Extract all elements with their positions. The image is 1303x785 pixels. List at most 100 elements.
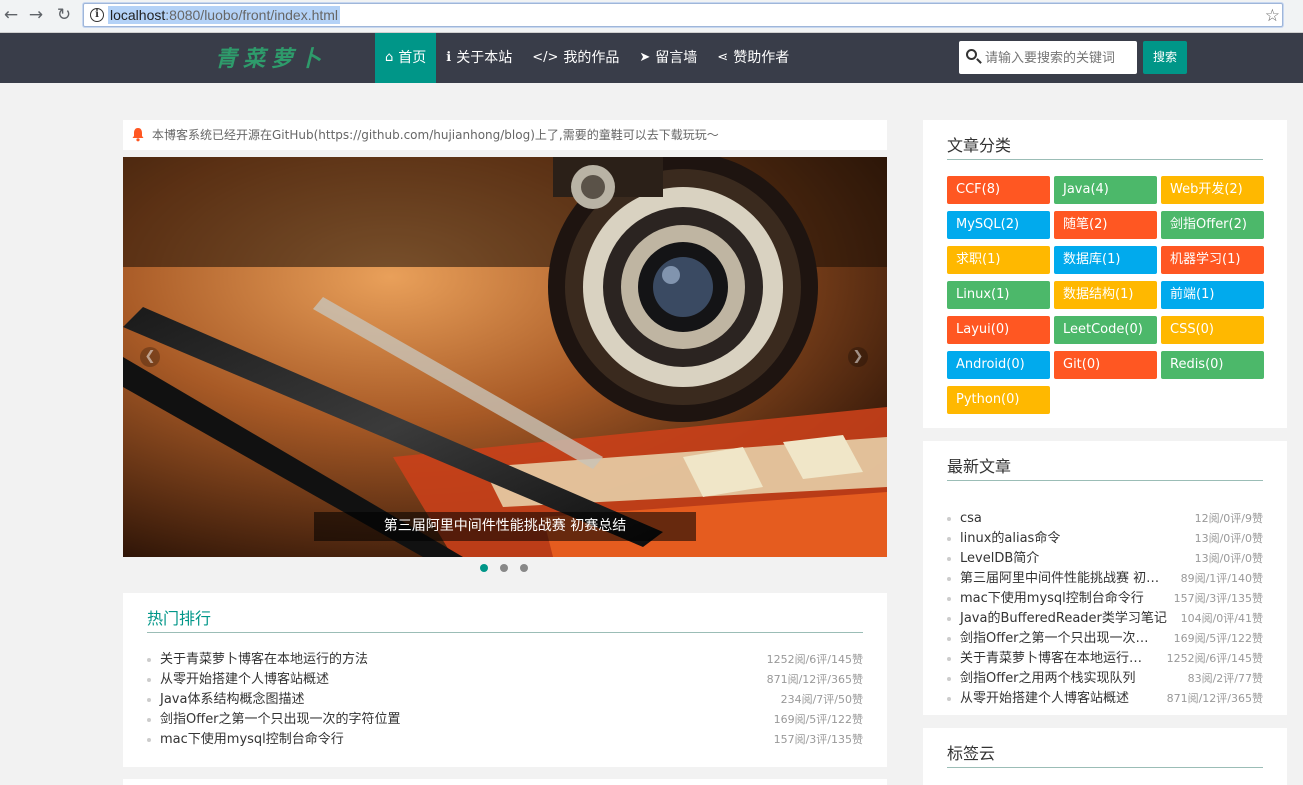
category-tag[interactable]: Android(0) bbox=[947, 351, 1050, 379]
category-tag[interactable]: CSS(0) bbox=[1161, 316, 1264, 344]
article-title-link[interactable]: mac下使用mysql控制台命令行 bbox=[947, 589, 1144, 609]
reload-icon[interactable]: ↻ bbox=[53, 4, 75, 26]
bell-icon bbox=[132, 128, 144, 142]
list-item[interactable]: 剑指Offer之第一个只出现一次的字符位置 169阅/5评/122赞 bbox=[147, 710, 863, 730]
category-tag[interactable]: 数据结构(1) bbox=[1054, 281, 1157, 309]
category-tag[interactable]: 剑指Offer(2) bbox=[1161, 211, 1264, 239]
category-tag[interactable]: LeetCode(0) bbox=[1054, 316, 1157, 344]
article-title-link[interactable]: 从零开始搭建个人博客站概述 bbox=[947, 689, 1129, 709]
category-tag[interactable]: Layui(0) bbox=[947, 316, 1050, 344]
list-item[interactable]: 从零开始搭建个人博客站概述 871阅/12评/365赞 bbox=[947, 689, 1263, 709]
article-title-link[interactable]: 从零开始搭建个人博客站概述 bbox=[147, 670, 329, 690]
hot-ranking-card: 热门排行 关于青菜萝卜博客在本地运行的方法 1252阅/6评/145赞 从零开始搭建… bbox=[123, 593, 887, 767]
list-item[interactable]: csa 12阅/0评/9赞 bbox=[947, 509, 1263, 529]
list-item[interactable]: mac下使用mysql控制台命令行 157阅/3评/135赞 bbox=[947, 589, 1263, 609]
nav-item-1[interactable]: ℹ 关于本站 bbox=[436, 33, 522, 83]
list-item[interactable]: Java体系结构概念图描述 234阅/7评/50赞 bbox=[147, 690, 863, 710]
article-title-link[interactable]: 关于青菜萝卜博客在本地运行的方法 bbox=[147, 650, 368, 670]
site-logo[interactable]: 青菜萝卜 bbox=[215, 41, 327, 73]
category-tag[interactable]: Git(0) bbox=[1054, 351, 1157, 379]
nav-item-label: 首页 bbox=[398, 50, 427, 66]
article-stats: 13阅/0评/0赞 bbox=[1194, 532, 1263, 545]
article-stats: 1252阅/6评/145赞 bbox=[766, 653, 863, 666]
carousel-prev-icon[interactable]: ❮ bbox=[140, 347, 160, 367]
url-text[interactable]: localhost:8080/luobo/front/index.html bbox=[108, 6, 341, 24]
article-title-link[interactable]: mac下使用mysql控制台命令行 bbox=[147, 730, 344, 750]
carousel-dot[interactable] bbox=[500, 564, 508, 572]
url-host: localhost bbox=[110, 7, 166, 23]
category-tag[interactable]: Java(4) bbox=[1054, 176, 1157, 204]
nav-item-label: 我的作品 bbox=[563, 50, 620, 66]
paper-plane-icon: ➤ bbox=[639, 50, 651, 65]
search-icon bbox=[966, 49, 977, 60]
article-title-link[interactable]: LevelDB简介 bbox=[947, 549, 1039, 569]
latest-articles-title: 最新文章 bbox=[947, 453, 1263, 481]
list-item[interactable]: linux的alias命令 13阅/0评/0赞 bbox=[947, 529, 1263, 549]
category-tag[interactable]: MySQL(2) bbox=[947, 211, 1050, 239]
article-stats: 871阅/12评/365赞 bbox=[766, 673, 863, 686]
forward-arrow-icon[interactable]: → bbox=[25, 4, 47, 26]
article-title-link[interactable]: linux的alias命令 bbox=[947, 529, 1060, 549]
category-tag[interactable]: 前端(1) bbox=[1161, 281, 1264, 309]
article-stats: 169阅/5评/122赞 bbox=[1173, 632, 1263, 645]
share-icon: ⋖ bbox=[717, 50, 729, 65]
info-icon[interactable]: i bbox=[90, 8, 104, 22]
category-tag[interactable]: 求职(1) bbox=[947, 246, 1050, 274]
nav-item-3[interactable]: ➤ 留言墙 bbox=[629, 33, 707, 83]
article-stats: 12阅/0评/9赞 bbox=[1194, 512, 1263, 525]
site-header: 青菜萝卜 ⌂ 首页 ℹ 关于本站 </> 我的作品 ➤ 留言墙 ⋖ 赞助作者 搜索 bbox=[0, 33, 1303, 83]
category-tag[interactable]: 数据库(1) bbox=[1054, 246, 1157, 274]
category-tag[interactable]: Web开发(2) bbox=[1161, 176, 1264, 204]
carousel-dot[interactable] bbox=[520, 564, 528, 572]
carousel-next-icon[interactable]: ❯ bbox=[848, 347, 868, 367]
nav-item-label: 赞助作者 bbox=[733, 50, 790, 66]
list-item[interactable]: Java的BufferedReader类学习笔记 104阅/0评/41赞 bbox=[947, 609, 1263, 629]
category-tag[interactable]: 随笔(2) bbox=[1054, 211, 1157, 239]
article-title-link[interactable]: 剑指Offer之第一个只出现一次… bbox=[947, 629, 1149, 649]
list-item[interactable]: 关于青菜萝卜博客在本地运行… 1252阅/6评/145赞 bbox=[947, 649, 1263, 669]
category-tag[interactable]: Python(0) bbox=[947, 386, 1050, 414]
carousel-caption[interactable]: 第三届阿里中间件性能挑战赛 初赛总结 bbox=[314, 512, 696, 541]
article-title-link[interactable]: 剑指Offer之用两个栈实现队列 bbox=[947, 669, 1136, 689]
article-title-link[interactable]: Java体系结构概念图描述 bbox=[147, 690, 304, 710]
bookmark-star-icon[interactable]: ☆ bbox=[1265, 6, 1280, 26]
category-tag[interactable]: Linux(1) bbox=[947, 281, 1050, 309]
list-item[interactable]: 剑指Offer之第一个只出现一次… 169阅/5评/122赞 bbox=[947, 629, 1263, 649]
article-stats: 89阅/1评/140赞 bbox=[1180, 572, 1263, 585]
categories-title: 文章分类 bbox=[947, 132, 1263, 160]
list-item[interactable]: 关于青菜萝卜博客在本地运行的方法 1252阅/6评/145赞 bbox=[147, 650, 863, 670]
next-section-card bbox=[123, 779, 887, 785]
article-title-link[interactable]: 剑指Offer之第一个只出现一次的字符位置 bbox=[147, 710, 401, 730]
list-item[interactable]: mac下使用mysql控制台命令行 157阅/3评/135赞 bbox=[147, 730, 863, 750]
nav-item-2[interactable]: </> 我的作品 bbox=[522, 33, 629, 83]
tag-cloud-title: 标签云 bbox=[947, 740, 1263, 768]
category-tag[interactable]: CCF(8) bbox=[947, 176, 1050, 204]
category-tag[interactable]: 机器学习(1) bbox=[1161, 246, 1264, 274]
back-arrow-icon[interactable]: ← bbox=[0, 4, 22, 26]
article-title-link[interactable]: csa bbox=[947, 509, 982, 529]
article-title-link[interactable]: 关于青菜萝卜博客在本地运行… bbox=[947, 649, 1142, 669]
latest-articles-list: csa 12阅/0评/9赞 linux的alias命令 13阅/0评/0赞 LevelD… bbox=[947, 509, 1263, 709]
image-carousel[interactable]: ❮ ❯ 第三届阿里中间件性能挑战赛 初赛总结 bbox=[123, 157, 887, 557]
nav-item-4[interactable]: ⋖ 赞助作者 bbox=[707, 33, 799, 83]
carousel-photo bbox=[123, 157, 887, 557]
search-box[interactable] bbox=[959, 41, 1137, 74]
category-tag[interactable]: Redis(0) bbox=[1161, 351, 1264, 379]
address-bar[interactable]: i localhost:8080/luobo/front/index.html … bbox=[83, 3, 1283, 27]
list-item[interactable]: 从零开始搭建个人博客站概述 871阅/12评/365赞 bbox=[147, 670, 863, 690]
nav-item-label: 关于本站 bbox=[456, 50, 513, 66]
list-item[interactable]: 剑指Offer之用两个栈实现队列 83阅/2评/77赞 bbox=[947, 669, 1263, 689]
nav-item-0[interactable]: ⌂ 首页 bbox=[375, 33, 437, 83]
article-title-link[interactable]: Java的BufferedReader类学习笔记 bbox=[947, 609, 1167, 629]
list-item[interactable]: 第三届阿里中间件性能挑战赛 初… 89阅/1评/140赞 bbox=[947, 569, 1263, 589]
search-button[interactable]: 搜索 bbox=[1143, 41, 1187, 74]
list-item[interactable]: LevelDB简介 13阅/0评/0赞 bbox=[947, 549, 1263, 569]
article-stats: 169阅/5评/122赞 bbox=[773, 713, 863, 726]
search-input[interactable] bbox=[985, 41, 1133, 74]
article-title-link[interactable]: 第三届阿里中间件性能挑战赛 初… bbox=[947, 569, 1159, 589]
announcement-bar: 本博客系统已经开源在GitHub(https://github.com/huji… bbox=[123, 120, 887, 150]
article-stats: 157阅/3评/135赞 bbox=[773, 733, 863, 746]
carousel-dot[interactable] bbox=[480, 564, 488, 572]
info-icon: ℹ bbox=[446, 50, 452, 65]
article-stats: 234阅/7评/50赞 bbox=[780, 693, 863, 706]
